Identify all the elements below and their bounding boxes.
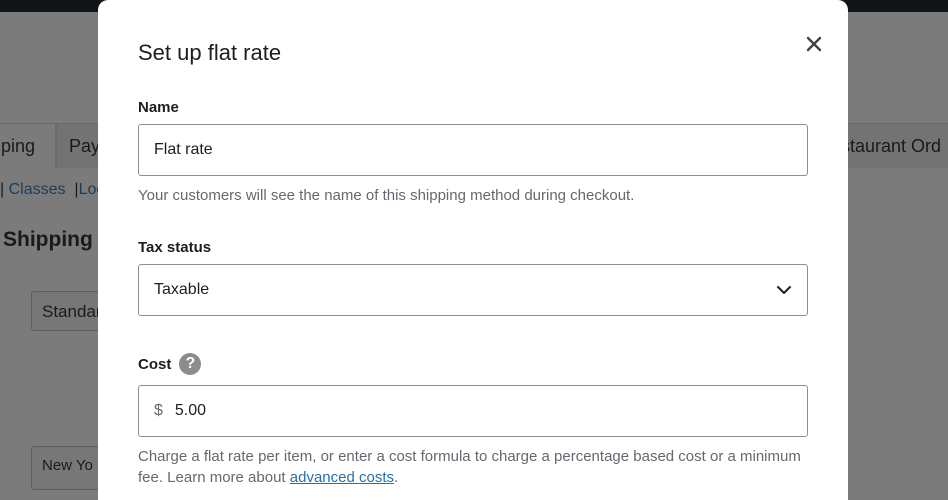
background-tab-label: staurant Ord	[841, 136, 942, 156]
cost-help-suffix: .	[394, 469, 399, 486]
background-box-label: Standar	[42, 302, 102, 321]
name-input[interactable]	[138, 124, 808, 176]
cost-help-text: Charge a flat rate per item, or enter a …	[138, 446, 810, 488]
currency-symbol: $	[154, 402, 163, 419]
cost-label-row: Cost ?	[138, 353, 202, 375]
tax-status-select[interactable]: Taxable	[138, 264, 808, 316]
modal-title: Set up flat rate	[138, 40, 282, 65]
sublink-separator: |	[69, 181, 79, 198]
background-tab-label: Pay	[69, 136, 101, 156]
cost-input[interactable]	[174, 402, 792, 420]
cost-field: $	[138, 385, 808, 437]
background-tab-label: ping	[1, 136, 36, 156]
background-sublinks: | Classes |Loc	[0, 181, 104, 199]
advanced-costs-link[interactable]: advanced costs	[290, 469, 394, 486]
background-tab-shipping: ping	[0, 123, 56, 168]
background-link-classes: Classes	[8, 181, 66, 198]
sublink-separator: |	[0, 181, 5, 198]
help-circle-icon[interactable]: ?	[179, 353, 202, 375]
cost-help-prefix: Charge a flat rate per item, or enter a …	[138, 448, 801, 486]
name-help-text: Your customers will see the name of this…	[138, 187, 635, 204]
background-box-label: New Yo	[42, 457, 93, 474]
close-button[interactable]	[800, 30, 828, 58]
tax-status-label: Tax status	[138, 239, 212, 256]
tax-status-selected-value: Taxable	[154, 281, 210, 298]
chevron-down-icon	[777, 286, 791, 294]
close-icon	[806, 36, 822, 52]
name-label: Name	[138, 99, 179, 116]
flat-rate-modal: Set up flat rate Name Your customers wil…	[98, 0, 848, 500]
cost-label: Cost	[138, 355, 172, 373]
background-heading: Shipping -	[3, 228, 106, 251]
